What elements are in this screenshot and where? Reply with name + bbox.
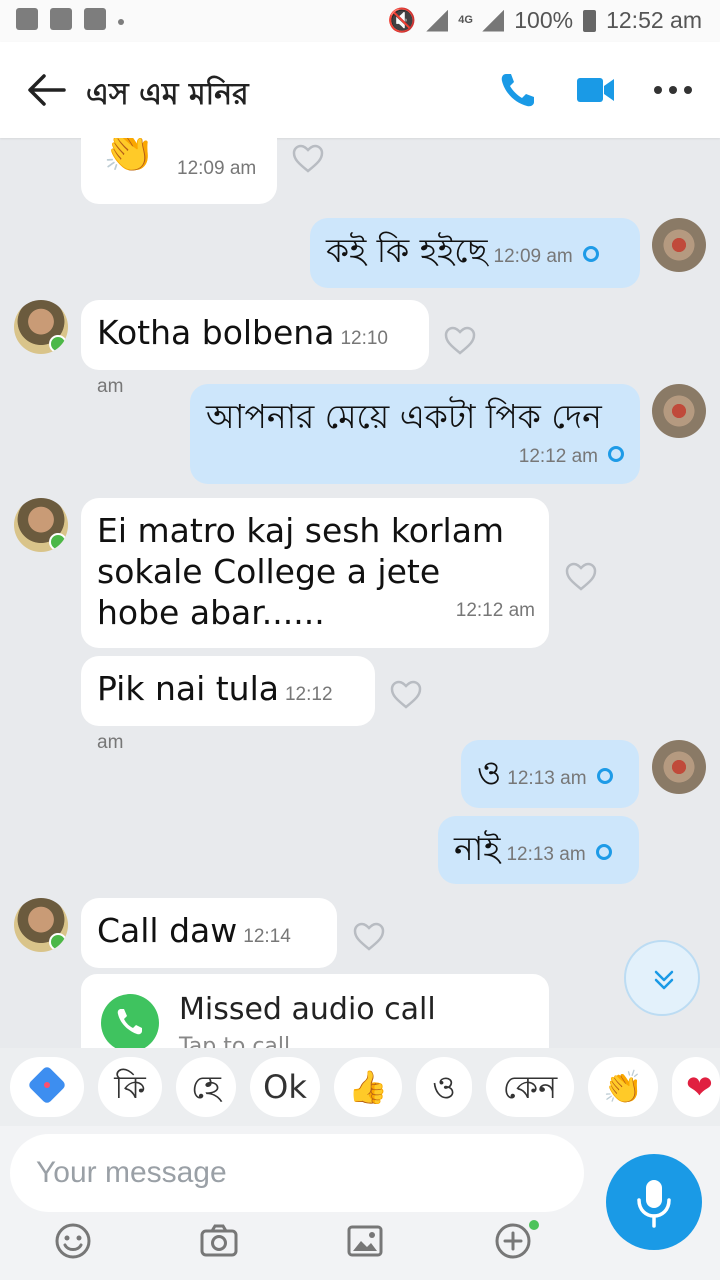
message-text: Pik nai tula xyxy=(97,669,279,708)
quick-reply-chip[interactable]: কেন xyxy=(486,1057,574,1117)
phone-icon[interactable] xyxy=(101,994,159,1048)
message-text: ও xyxy=(477,753,502,792)
chat-header: এস এম মনির xyxy=(0,42,720,138)
quick-reply-bar[interactable]: কি হে Ok 👍 ও কেন 👏 ❤ xyxy=(0,1048,720,1126)
missed-call-subtitle[interactable]: Tap to call xyxy=(179,1034,290,1048)
message-text: আপনার মেয়ে একটা পিক দেন xyxy=(206,397,602,436)
message-text: কই কি হইছে xyxy=(326,231,488,270)
my-avatar[interactable] xyxy=(652,384,706,438)
quick-reply-chip[interactable]: 👍 xyxy=(334,1057,402,1117)
outgoing-message[interactable]: কই কি হইছে 12:09 am xyxy=(310,218,640,288)
quick-reply-chip[interactable]: Ok xyxy=(250,1057,320,1117)
status-bar: 🔇 4G 100% 12:52 am xyxy=(0,0,720,42)
gallery-icon[interactable] xyxy=(344,1220,386,1262)
message-text: Call daw xyxy=(97,911,238,950)
like-heart-icon[interactable] xyxy=(292,144,324,174)
signal-icon xyxy=(426,9,449,32)
incoming-message[interactable]: Call daw12:14 am xyxy=(81,898,337,995)
sent-status-icon xyxy=(596,768,613,784)
my-avatar[interactable] xyxy=(652,740,706,794)
sent-status-icon xyxy=(595,844,612,860)
like-heart-icon[interactable] xyxy=(353,922,385,952)
my-avatar[interactable] xyxy=(652,218,706,272)
message-time: 12:12 am xyxy=(518,446,598,467)
like-heart-icon[interactable] xyxy=(444,326,476,356)
message-composer xyxy=(0,1126,720,1280)
contact-name[interactable]: এস এম মনির xyxy=(86,70,249,121)
incoming-message[interactable]: 👏 12:09 am xyxy=(81,138,277,204)
message-text: Ei matro kaj sesh korlam sokale College … xyxy=(97,511,505,632)
outgoing-message[interactable]: ও 12:13 am xyxy=(461,740,639,808)
signal-strength-icon xyxy=(482,9,505,32)
scroll-to-bottom-button[interactable] xyxy=(624,940,700,1016)
back-arrow-icon[interactable] xyxy=(26,72,66,108)
microphone-button[interactable] xyxy=(606,1154,702,1250)
message-emoji: 👏 xyxy=(103,138,156,175)
more-options-icon[interactable] xyxy=(654,86,692,94)
outgoing-message[interactable]: আপনার মেয়ে একটা পিক দেন 12:12 am xyxy=(190,384,640,484)
like-heart-icon[interactable] xyxy=(565,562,597,592)
message-list[interactable]: 👏 12:09 am কই কি হইছে 12:09 am Kotha bolb… xyxy=(0,138,720,1048)
online-badge xyxy=(49,533,67,551)
message-input[interactable] xyxy=(10,1134,584,1212)
system-status: 🔇 4G 100% 12:52 am xyxy=(388,7,702,34)
quick-reply-chip[interactable]: 👏 xyxy=(588,1057,658,1117)
new-indicator-dot xyxy=(527,1218,541,1232)
online-badge xyxy=(49,335,67,353)
notification-icons xyxy=(16,8,124,30)
network-type: 4G xyxy=(458,14,473,26)
more-notifications-icon xyxy=(118,19,124,25)
contact-avatar[interactable] xyxy=(14,498,68,552)
gallery-notification-icon xyxy=(16,8,38,30)
contact-avatar[interactable] xyxy=(14,898,68,952)
outgoing-message[interactable]: নাই 12:13 am xyxy=(438,816,639,884)
book-notification-icon xyxy=(50,8,72,30)
message-time: 12:09 am xyxy=(493,246,573,267)
double-chevron-down-icon xyxy=(654,970,674,990)
incoming-message[interactable]: Kotha bolbena 12:10 am xyxy=(81,300,429,397)
message-time: 12:13 am xyxy=(507,768,587,789)
message-text: Kotha bolbena xyxy=(97,313,335,352)
contact-avatar[interactable] xyxy=(14,300,68,354)
microphone-icon xyxy=(637,1180,671,1228)
emoji-icon[interactable] xyxy=(52,1220,94,1262)
message-time: 12:12 am xyxy=(455,600,535,621)
incoming-message[interactable]: Ei matro kaj sesh korlam sokale College … xyxy=(81,498,549,648)
incoming-message[interactable]: Pik nai tula 12:12 am xyxy=(81,656,375,753)
quick-reply-chip[interactable]: কি xyxy=(98,1057,162,1117)
quick-reply-chip[interactable]: হে xyxy=(176,1057,236,1117)
missed-call-card[interactable]: Missed audio call Tap to call xyxy=(81,974,549,1048)
audio-call-icon[interactable] xyxy=(496,68,540,112)
message-text: নাই xyxy=(454,829,501,868)
missed-call-title: Missed audio call xyxy=(179,992,436,1027)
like-heart-icon[interactable] xyxy=(390,680,422,710)
sent-status-icon xyxy=(608,446,624,462)
sent-status-icon xyxy=(582,246,599,262)
message-time: 12:13 am xyxy=(506,844,586,865)
camera-icon[interactable] xyxy=(198,1220,240,1262)
video-call-icon[interactable] xyxy=(574,68,618,112)
dice-icon xyxy=(29,1067,65,1103)
mute-icon: 🔇 xyxy=(387,7,417,33)
quick-reply-chip[interactable]: ও xyxy=(416,1057,472,1117)
online-badge xyxy=(49,933,67,951)
message-time: 12:09 am xyxy=(177,158,257,179)
battery-level: 100% xyxy=(514,7,574,33)
quick-reply-chip[interactable]: ❤ xyxy=(672,1057,720,1117)
battery-icon xyxy=(583,9,597,32)
dice-sticker-chip[interactable] xyxy=(10,1057,84,1117)
clock: 12:52 am xyxy=(606,7,702,33)
app-notification-icon xyxy=(84,8,106,30)
